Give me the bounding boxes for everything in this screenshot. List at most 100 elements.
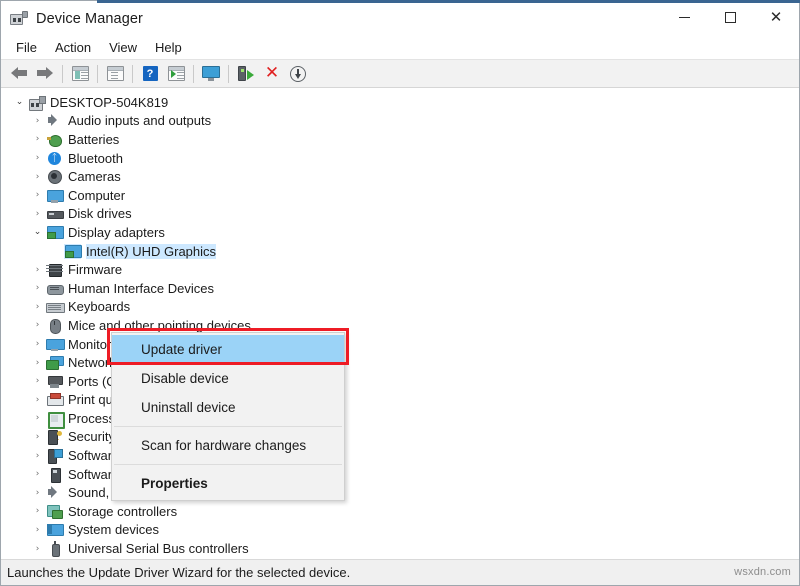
context-menu[interactable]: Update driver Disable device Uninstall d… xyxy=(111,332,345,501)
chevron-right-icon[interactable]: › xyxy=(31,133,44,146)
context-menu-item-properties[interactable]: Properties xyxy=(112,469,344,498)
tree-item-batteries[interactable]: › Batteries xyxy=(1,130,799,149)
computer-icon xyxy=(46,188,64,203)
device-manager-window: Device Manager ✕ File Action View Help ?… xyxy=(0,0,800,586)
chevron-right-icon[interactable]: › xyxy=(31,542,44,555)
tree-item-label: Display adapters xyxy=(68,224,165,240)
properties-button[interactable] xyxy=(102,62,128,86)
storage-controller-icon xyxy=(46,504,63,519)
tree-item-display-adapters[interactable]: ⌄ Display adapters xyxy=(1,223,799,242)
tree-item-computer[interactable]: › Computer xyxy=(1,186,799,205)
scan-for-hardware-changes-button[interactable] xyxy=(198,62,224,86)
menubar-item-help[interactable]: Help xyxy=(146,38,191,58)
disable-device-icon xyxy=(290,65,306,82)
software-device-icon xyxy=(46,467,63,483)
tree-item-storage-controllers[interactable]: › Storage controllers xyxy=(1,502,799,521)
device-manager-icon xyxy=(10,10,28,28)
title-bar: Device Manager ✕ xyxy=(1,0,800,37)
bluetooth-icon: ᛏ xyxy=(46,151,63,166)
chevron-right-icon[interactable]: › xyxy=(31,523,44,536)
show-hide-console-tree-button[interactable] xyxy=(67,62,93,86)
maximize-button[interactable] xyxy=(707,1,753,34)
tree-item-bluetooth[interactable]: › ᛏ Bluetooth xyxy=(1,149,799,168)
context-menu-item-update-driver[interactable]: Update driver xyxy=(112,335,344,364)
tree-item-keyboards[interactable]: › Keyboards xyxy=(1,298,799,317)
chevron-right-icon[interactable]: › xyxy=(31,282,44,295)
menubar-item-file[interactable]: File xyxy=(7,38,46,58)
chevron-down-icon[interactable]: ⌄ xyxy=(13,96,26,109)
context-menu-separator xyxy=(114,464,342,465)
chevron-right-icon[interactable]: › xyxy=(31,468,44,481)
chevron-right-icon[interactable]: › xyxy=(31,170,44,183)
chevron-right-icon[interactable]: › xyxy=(31,207,44,220)
toolbar-separator xyxy=(193,64,194,83)
tree-item-intel-uhd-graphics[interactable]: Intel(R) UHD Graphics xyxy=(1,242,799,261)
forward-button[interactable] xyxy=(32,62,58,86)
tree-item-label: Universal Serial Bus controllers xyxy=(68,541,249,557)
system-device-icon xyxy=(46,522,64,537)
speaker-icon xyxy=(46,113,63,128)
menubar-item-view[interactable]: View xyxy=(100,38,146,58)
tree-item-label: Firmware xyxy=(68,262,123,278)
chevron-right-icon[interactable]: › xyxy=(31,114,44,127)
battery-icon xyxy=(46,132,63,147)
uninstall-device-icon: ✕ xyxy=(264,63,280,83)
speaker-icon xyxy=(46,485,63,500)
uninstall-device-button[interactable]: ✕ xyxy=(259,62,285,86)
toolbar-separator xyxy=(132,64,133,83)
tree-item-label: System devices xyxy=(68,522,160,538)
minimize-button[interactable] xyxy=(661,1,707,34)
chevron-right-icon[interactable]: › xyxy=(31,449,44,462)
chevron-right-icon[interactable]: › xyxy=(31,189,44,202)
chevron-right-icon[interactable]: › xyxy=(31,356,44,369)
help-icon: ? xyxy=(142,66,158,81)
tree-item-firmware[interactable]: › Firmware xyxy=(1,260,799,279)
menubar-item-action[interactable]: Action xyxy=(46,38,100,58)
tree-item-cameras[interactable]: › Cameras xyxy=(1,167,799,186)
chevron-right-icon[interactable]: › xyxy=(31,319,44,332)
chevron-right-icon[interactable]: › xyxy=(31,152,44,165)
enable-device-button[interactable] xyxy=(233,62,259,86)
chevron-right-icon[interactable]: › xyxy=(31,393,44,406)
network-adapter-icon xyxy=(46,355,64,371)
mouse-icon xyxy=(46,318,63,334)
back-arrow-icon xyxy=(11,67,27,80)
status-bar: Launches the Update Driver Wizard for th… xyxy=(1,559,799,585)
help-button[interactable]: ? xyxy=(137,62,163,86)
context-menu-item-scan-for-hardware-changes[interactable]: Scan for hardware changes xyxy=(112,431,344,460)
context-menu-item-disable-device[interactable]: Disable device xyxy=(112,364,344,393)
tree-item-audio-inputs-and-outputs[interactable]: › Audio inputs and outputs xyxy=(1,112,799,131)
usb-icon xyxy=(46,541,63,558)
chevron-right-icon[interactable]: › xyxy=(31,263,44,276)
display-adapter-icon xyxy=(64,243,82,259)
chevron-down-icon[interactable]: ⌄ xyxy=(31,226,44,239)
title-accent-bar xyxy=(97,0,800,3)
chevron-right-icon[interactable]: › xyxy=(31,300,44,313)
tree-item-label: Batteries xyxy=(68,131,120,147)
tree-item-label: Human Interface Devices xyxy=(68,280,214,296)
chevron-right-icon[interactable]: › xyxy=(31,375,44,388)
tree-item-human-interface-devices[interactable]: › Human Interface Devices xyxy=(1,279,799,298)
tree-root-item[interactable]: ⌄ DESKTOP-504K819 xyxy=(1,93,799,112)
properties-icon xyxy=(106,66,124,81)
tree-item-label: Intel(R) UHD Graphics xyxy=(86,243,217,259)
chevron-right-icon[interactable]: › xyxy=(31,338,44,351)
close-button[interactable]: ✕ xyxy=(753,1,799,34)
scan-for-hardware-changes-icon xyxy=(202,66,220,81)
chevron-right-icon[interactable]: › xyxy=(31,412,44,425)
disable-device-button[interactable] xyxy=(285,62,311,86)
chevron-right-icon[interactable]: › xyxy=(31,486,44,499)
chevron-right-icon[interactable]: › xyxy=(31,505,44,518)
tree-item-label: Bluetooth xyxy=(68,150,123,166)
tree-item-universal-serial-bus-controllers[interactable]: › Universal Serial Bus controllers xyxy=(1,539,799,558)
tree-item-system-devices[interactable]: › System devices xyxy=(1,521,799,540)
chevron-right-icon[interactable]: › xyxy=(31,430,44,443)
toolbar-separator xyxy=(228,64,229,83)
device-tree-pane[interactable]: ⌄ DESKTOP-504K819 › Audio inputs and out… xyxy=(1,88,799,559)
hid-icon xyxy=(46,281,64,296)
context-menu-item-uninstall-device[interactable]: Uninstall device xyxy=(112,393,344,422)
back-button[interactable] xyxy=(6,62,32,86)
update-driver-button[interactable] xyxy=(163,62,189,86)
tree-item-disk-drives[interactable]: › Disk drives xyxy=(1,205,799,224)
update-driver-icon xyxy=(167,66,185,81)
